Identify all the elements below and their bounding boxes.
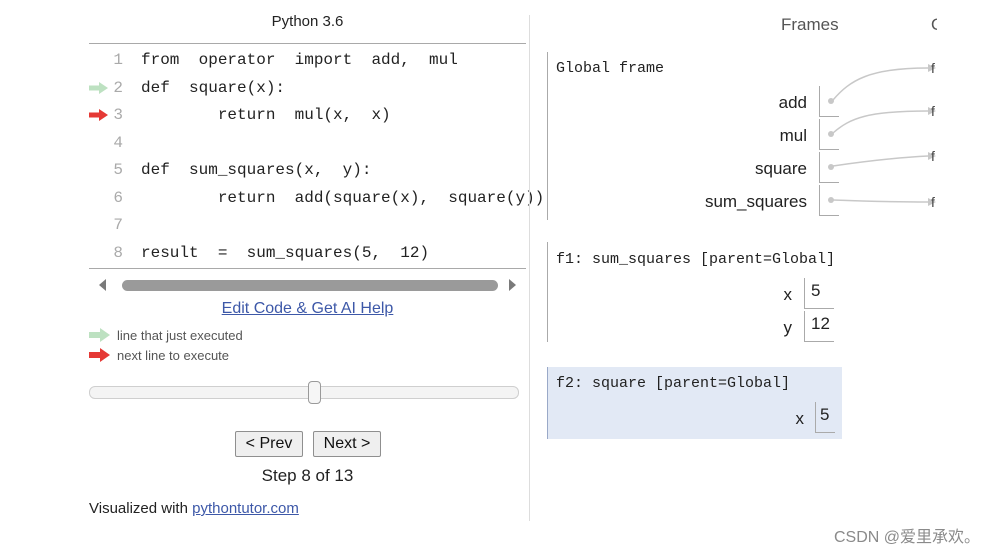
global-frame-title: Global frame — [556, 60, 665, 77]
legend-executed-label: line that just executed — [117, 328, 243, 343]
footer-prefix: Visualized with — [89, 500, 193, 517]
code-text: def square(x): — [141, 78, 286, 97]
function-object-add: f — [931, 60, 935, 76]
legend-next-label: next line to execute — [117, 348, 230, 363]
f1-var-y-value: 12 — [811, 314, 830, 333]
code-text: def sum_squares(x, y): — [141, 161, 372, 179]
code-text: return mul(x, x) — [141, 106, 391, 124]
code-line: 3 return mul(x, x) — [89, 102, 526, 129]
line-number: 2 — [113, 78, 123, 97]
f2-frame-active: f2: square [parent=Global] x 5 — [547, 367, 842, 439]
green-arrow-icon — [89, 328, 110, 342]
code-line: 4 — [89, 130, 526, 157]
panel-divider — [529, 15, 530, 521]
pointer-dot — [828, 98, 834, 104]
step-slider-handle[interactable] — [308, 381, 321, 404]
code-display: 1 from operator import add, mul 2 def squar… — [89, 47, 544, 268]
global-var-add-cell — [819, 86, 839, 117]
red-arrow-icon — [89, 348, 110, 362]
language-title: Python 3.6 — [271, 13, 344, 30]
line-number: 7 — [113, 216, 123, 234]
code-bottom-divider — [89, 268, 526, 269]
line-number: 6 — [113, 188, 123, 207]
code-line: 5 def sum_squares(x, y): — [89, 157, 526, 184]
f2-frame-title: f2: square [parent=Global] — [556, 375, 791, 392]
scrollbar-thumb[interactable] — [122, 280, 498, 291]
step-counter: Step 8 of 13 — [261, 466, 354, 485]
pointer-arrow-sum-squares — [832, 199, 929, 203]
global-var-mul-cell — [819, 119, 839, 150]
global-frame: Global frame add mul square sum_squares — [547, 52, 847, 220]
pointer-arrow-add — [832, 67, 929, 101]
global-var-sum-squares-cell — [819, 185, 839, 216]
line-number: 4 — [113, 133, 123, 152]
visualized-with-footer: Visualized with pythontutor.com — [89, 500, 299, 517]
global-var-mul: mul — [779, 126, 807, 145]
function-object-square: f — [931, 148, 935, 164]
code-line: 2 def square(x): — [89, 75, 526, 102]
f2-var-x-cell: 5 — [815, 402, 835, 433]
code-horizontal-scrollbar[interactable] — [89, 271, 526, 299]
global-var-square-cell — [819, 152, 839, 183]
watermark: CSDN @爱里承欢。 — [834, 529, 981, 546]
pointer-dot — [828, 131, 834, 137]
code-text: from operator import add, mul — [141, 51, 458, 69]
objects-heading: Objects — [931, 15, 937, 35]
line-number: 8 — [113, 243, 123, 262]
code-line: 7 — [89, 212, 526, 239]
scroll-left-arrow-icon[interactable] — [99, 279, 106, 291]
f1-var-y: y — [783, 318, 793, 337]
line-number: 3 — [113, 106, 123, 124]
line-number: 1 — [113, 51, 123, 69]
frames-heading: Frames — [781, 15, 839, 34]
code-line: 8 result = sum_squares(5, 12) — [89, 240, 526, 267]
f2-var-x: x — [795, 409, 805, 428]
f1-frame-title: f1: sum_squares [parent=Global] — [556, 251, 836, 268]
f2-var-x-value: 5 — [820, 405, 830, 424]
pythontutor-link[interactable]: pythontutor.com — [192, 500, 299, 517]
step-slider-track[interactable] — [89, 386, 519, 399]
code-top-divider — [89, 43, 526, 44]
green-arrow-icon — [89, 81, 108, 94]
pointer-arrow-mul — [832, 110, 929, 134]
edit-code-link[interactable]: Edit Code & Get AI Help — [89, 300, 526, 318]
function-object-sum-squares: f — [931, 194, 935, 210]
code-text: return add(square(x), square(y)) — [141, 188, 545, 207]
f1-frame: f1: sum_squares [parent=Global] x 5 y 12 — [547, 242, 847, 342]
prev-button[interactable]: < Prev — [235, 431, 303, 457]
global-var-sum-squares: sum_squares — [704, 192, 807, 211]
pointer-dot — [828, 197, 834, 203]
code-line: 6 return add(square(x), square(y)) — [89, 185, 544, 212]
code-line: 1 from operator import add, mul — [89, 47, 526, 74]
global-var-square: square — [755, 159, 807, 178]
f1-var-x-value: 5 — [811, 281, 821, 300]
f1-var-y-cell: 12 — [804, 311, 834, 342]
red-arrow-icon — [89, 109, 108, 121]
scroll-right-arrow-icon[interactable] — [509, 279, 516, 291]
function-object-mul: f — [931, 103, 935, 119]
global-var-add: add — [778, 93, 807, 112]
pointer-dot — [828, 164, 834, 170]
f1-var-x: x — [783, 285, 793, 304]
code-text: result = sum_squares(5, 12) — [141, 243, 430, 262]
next-button[interactable]: Next > — [313, 431, 381, 457]
line-number: 5 — [113, 161, 123, 179]
pointer-arrow-square — [832, 155, 929, 167]
f1-var-x-cell: 5 — [804, 278, 834, 309]
